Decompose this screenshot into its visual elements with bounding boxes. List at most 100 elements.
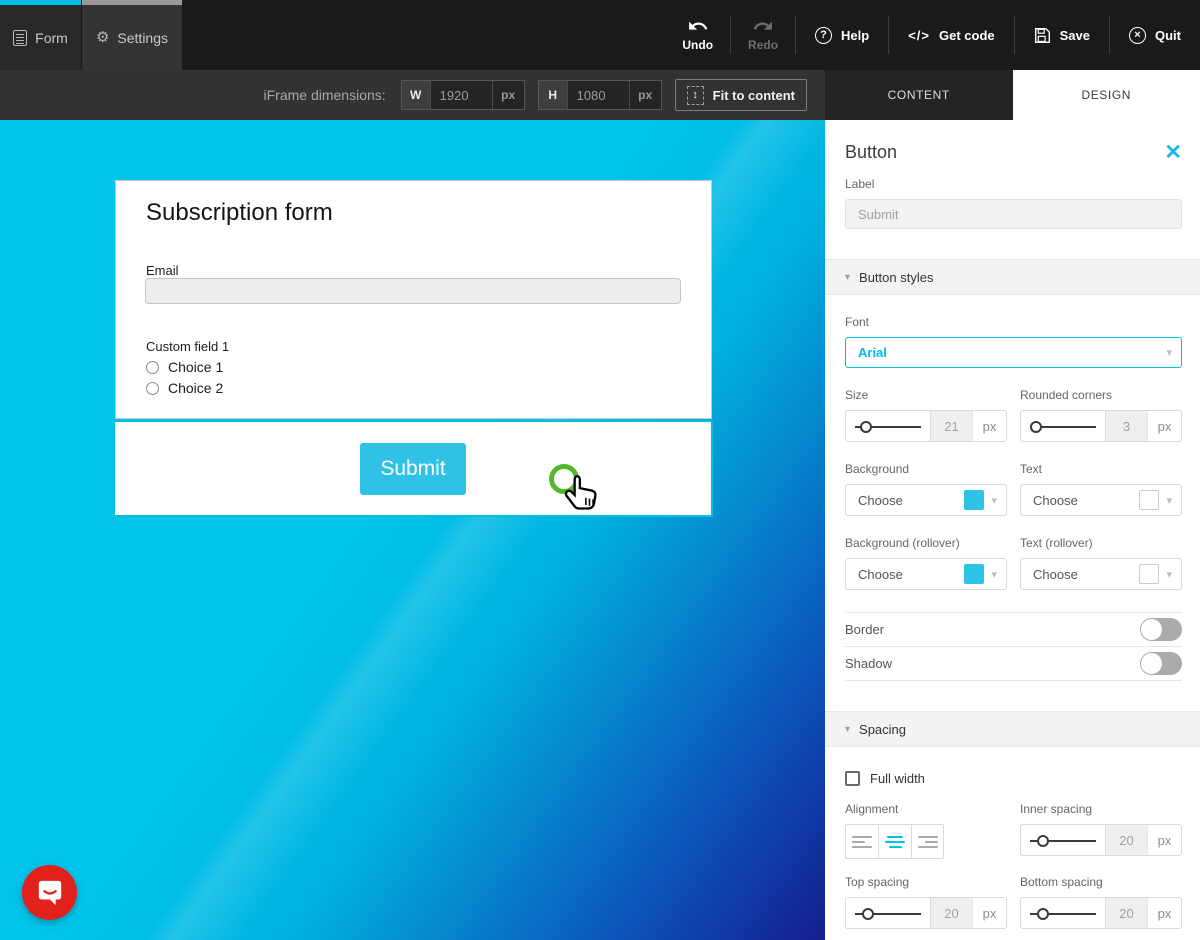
form-title: Subscription form <box>146 199 333 227</box>
subscription-form-block[interactable]: Subscription form Email Custom field 1 C… <box>115 180 712 419</box>
email-field[interactable] <box>145 278 681 304</box>
tab-content[interactable]: CONTENT <box>825 70 1013 120</box>
full-width-checkbox[interactable] <box>845 771 860 786</box>
top-spacing-value-input[interactable] <box>930 898 972 928</box>
align-left-button[interactable] <box>846 825 879 858</box>
background-rollover-caption: Background (rollover) <box>845 536 1007 550</box>
background-rollover-dropdown[interactable]: Choose ▾ <box>845 558 1007 590</box>
slider-knob[interactable] <box>860 421 872 433</box>
size-value-input[interactable] <box>930 411 972 441</box>
slider-knob[interactable] <box>862 908 874 920</box>
button-label-input[interactable] <box>845 199 1182 229</box>
slider-knob[interactable] <box>1037 908 1049 920</box>
radio-icon[interactable] <box>146 382 159 395</box>
font-value: Arial <box>846 345 1166 360</box>
pointer-hand-icon <box>561 472 605 518</box>
help-button[interactable]: ? Help <box>796 0 888 70</box>
label-field-caption: Label <box>845 177 1182 191</box>
text-color-swatch[interactable] <box>1139 490 1159 510</box>
tab-design[interactable]: DESIGN <box>1013 70 1200 120</box>
bottom-spacing-value-input[interactable] <box>1105 898 1147 928</box>
tab-settings[interactable]: ⚙ Settings <box>82 0 182 70</box>
save-label: Save <box>1060 28 1090 43</box>
chevron-down-icon: ▾ <box>1166 494 1181 507</box>
tab-form[interactable]: Form <box>0 0 81 70</box>
bottom-spacing-slider[interactable] <box>1021 898 1105 928</box>
choice-2-option[interactable]: Choice 2 <box>146 380 223 396</box>
spacing-title: Spacing <box>859 722 906 737</box>
undo-label: Undo <box>682 38 713 52</box>
chevron-down-icon: ▾ <box>991 568 1006 581</box>
chevron-down-icon: ▾ <box>1166 346 1181 359</box>
spacing-section-header[interactable]: ▾ Spacing <box>825 711 1200 747</box>
undo-icon <box>687 19 709 35</box>
redo-icon <box>752 19 774 35</box>
background-caption: Background <box>845 462 1007 476</box>
save-button[interactable]: Save <box>1015 0 1109 70</box>
iframe-width-group: W px <box>401 80 525 110</box>
code-icon: </> <box>908 28 930 43</box>
rounded-slider[interactable] <box>1021 411 1105 441</box>
gear-icon: ⚙ <box>96 30 109 45</box>
close-icon[interactable]: ✕ <box>1164 142 1182 163</box>
full-width-label: Full width <box>870 771 925 786</box>
height-unit-label: px <box>629 81 661 109</box>
border-caption: Border <box>845 622 884 637</box>
slider-knob[interactable] <box>1030 421 1042 433</box>
text-rollover-choose-label: Choose <box>1021 567 1139 582</box>
font-dropdown[interactable]: Arial ▾ <box>845 337 1182 368</box>
size-unit: px <box>972 411 1006 441</box>
slider-knob[interactable] <box>1037 835 1049 847</box>
background-rollover-swatch[interactable] <box>964 564 984 584</box>
text-rollover-dropdown[interactable]: Choose ▾ <box>1020 558 1182 590</box>
background-choose-label: Choose <box>846 493 964 508</box>
shadow-caption: Shadow <box>845 656 892 671</box>
border-toggle[interactable] <box>1140 618 1182 641</box>
width-unit-label: px <box>492 81 524 109</box>
get-code-label: Get code <box>939 28 995 43</box>
chat-bubble-icon <box>35 879 65 907</box>
text-choose-label: Choose <box>1021 493 1139 508</box>
iframe-width-input[interactable] <box>430 81 492 109</box>
email-label: Email <box>146 263 179 278</box>
inner-spacing-slider[interactable] <box>1021 825 1105 855</box>
redo-button[interactable]: Redo <box>731 0 795 70</box>
chat-widget-button[interactable] <box>22 865 77 920</box>
inner-spacing-caption: Inner spacing <box>1020 802 1182 816</box>
rounded-control: px <box>1020 410 1182 442</box>
background-color-swatch[interactable] <box>964 490 984 510</box>
choice-1-label: Choice 1 <box>168 359 223 375</box>
inner-spacing-value-input[interactable] <box>1105 825 1147 855</box>
toggle-knob <box>1141 619 1162 640</box>
text-color-dropdown[interactable]: Choose ▾ <box>1020 484 1182 516</box>
iframe-height-input[interactable] <box>567 81 629 109</box>
top-spacing-slider[interactable] <box>846 898 930 928</box>
save-icon <box>1034 27 1051 44</box>
get-code-button[interactable]: </> Get code <box>889 0 1013 70</box>
alignment-button-group <box>845 824 944 859</box>
quit-label: Quit <box>1155 28 1181 43</box>
rounded-caption: Rounded corners <box>1020 388 1182 402</box>
top-header: Form ⚙ Settings Undo Redo ? Help </> Get… <box>0 0 1200 70</box>
fit-to-content-button[interactable]: ↕ Fit to content <box>675 79 807 111</box>
button-block-selected[interactable]: Submit <box>113 420 713 517</box>
button-styles-section-header[interactable]: ▾ Button styles <box>825 259 1200 295</box>
size-slider[interactable] <box>846 411 930 441</box>
toggle-knob <box>1141 653 1162 674</box>
fit-to-content-icon: ↕ <box>687 86 704 105</box>
iframe-dimensions-bar: iFrame dimensions: W px H px ↕ Fit to co… <box>0 70 825 120</box>
quit-button[interactable]: × Quit <box>1110 0 1200 70</box>
shadow-toggle[interactable] <box>1140 652 1182 675</box>
radio-icon[interactable] <box>146 361 159 374</box>
text-rollover-swatch[interactable] <box>1139 564 1159 584</box>
text-rollover-caption: Text (rollover) <box>1020 536 1182 550</box>
choice-1-option[interactable]: Choice 1 <box>146 359 223 375</box>
rounded-value-input[interactable] <box>1105 411 1147 441</box>
inner-spacing-control: px <box>1020 824 1182 856</box>
submit-button[interactable]: Submit <box>360 443 466 495</box>
background-color-dropdown[interactable]: Choose ▾ <box>845 484 1007 516</box>
undo-button[interactable]: Undo <box>665 0 730 70</box>
align-right-button[interactable] <box>912 825 944 858</box>
alignment-caption: Alignment <box>845 802 1007 816</box>
align-center-button[interactable] <box>879 825 912 858</box>
